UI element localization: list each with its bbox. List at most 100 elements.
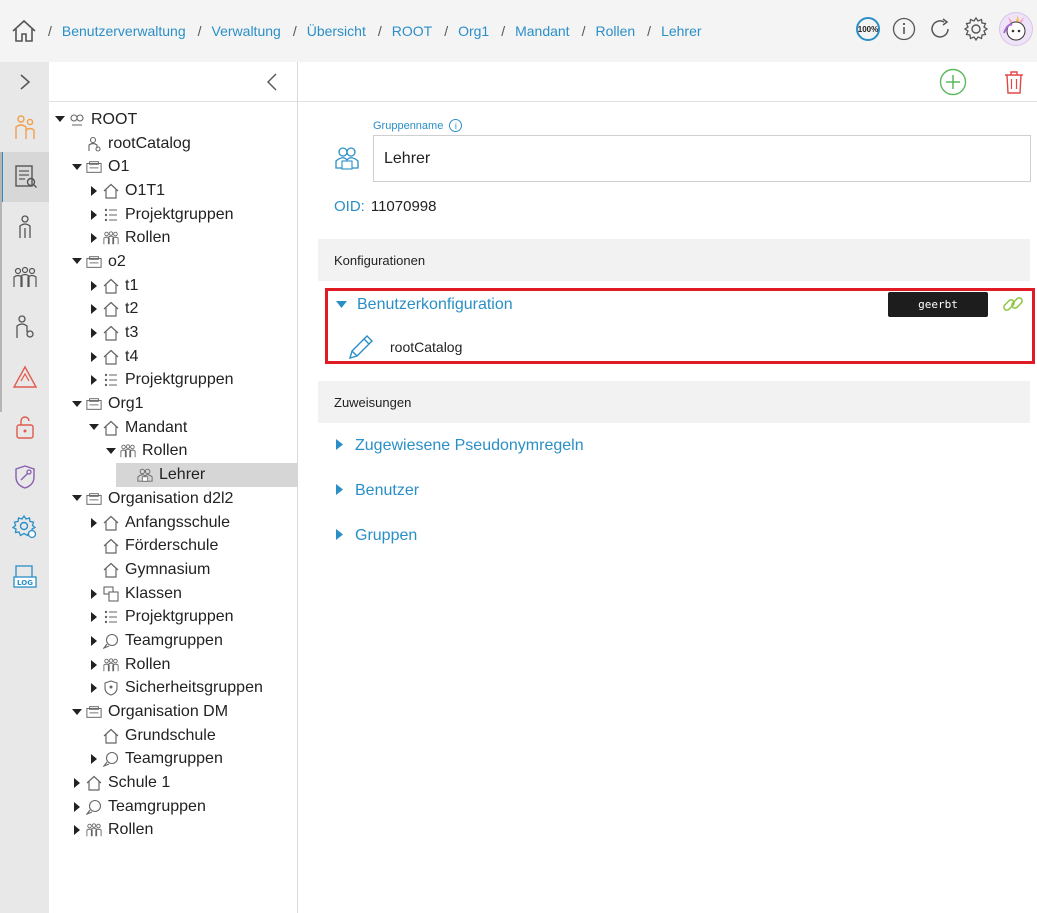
rail-user-icon[interactable]: [0, 202, 49, 252]
rail-divider: [0, 152, 2, 412]
refresh-icon[interactable]: [927, 16, 953, 42]
tree-node[interactable]: t4: [49, 345, 298, 369]
tree-node[interactable]: Organisation d2l2: [49, 487, 298, 511]
breadcrumb-link[interactable]: Rollen: [595, 23, 635, 39]
tree-node[interactable]: Projektgruppen: [49, 369, 298, 393]
rail-log-icon[interactable]: LOG: [0, 552, 49, 602]
collapsed-triangle-icon[interactable]: [72, 824, 82, 836]
expanded-triangle-icon[interactable]: [89, 422, 99, 434]
breadcrumb-link[interactable]: Lehrer: [661, 23, 701, 39]
tree-node[interactable]: Org1: [49, 392, 298, 416]
expand-rail-icon[interactable]: [0, 62, 49, 102]
tree-node[interactable]: Mandant: [49, 416, 298, 440]
tree-node[interactable]: Rollen: [49, 440, 298, 464]
collapsed-triangle-icon[interactable]: [89, 280, 99, 292]
tree-node[interactable]: Grundschule: [49, 724, 298, 748]
expanded-triangle-icon[interactable]: [72, 256, 82, 268]
collapsed-triangle-icon[interactable]: [72, 777, 82, 789]
collapsed-triangle-icon[interactable]: [89, 659, 99, 671]
zoom-indicator[interactable]: 100%: [855, 16, 881, 42]
home-icon[interactable]: [0, 0, 48, 62]
tree-node[interactable]: o2: [49, 250, 298, 274]
tree-node[interactable]: Anfangsschule: [49, 511, 298, 535]
collapsed-triangle-icon[interactable]: [89, 374, 99, 386]
tree-node[interactable]: Sicherheitsgruppen: [49, 677, 298, 701]
tree-node[interactable]: rootCatalog: [49, 132, 298, 156]
expanded-triangle-icon[interactable]: [55, 114, 65, 126]
field-info-icon[interactable]: i: [449, 119, 463, 132]
group-name-input[interactable]: [373, 135, 1031, 182]
rail-overview-icon[interactable]: [0, 152, 49, 202]
pencil-icon[interactable]: [346, 332, 376, 362]
tree-node[interactable]: Förderschule: [49, 534, 298, 558]
tree-node[interactable]: Projektgruppen: [49, 203, 298, 227]
collapsed-triangle-icon[interactable]: [89, 635, 99, 647]
tree-node[interactable]: Gymnasium: [49, 558, 298, 582]
breadcrumb-link[interactable]: Org1: [458, 23, 489, 39]
tree-node[interactable]: O1: [49, 155, 298, 179]
collapsed-triangle-icon[interactable]: [89, 517, 99, 529]
tree-node[interactable]: Projektgruppen: [49, 605, 298, 629]
expanded-triangle-icon[interactable]: [72, 706, 82, 718]
add-icon[interactable]: [939, 68, 967, 96]
collapsed-triangle-icon[interactable]: [89, 753, 99, 765]
user-configuration-toggle[interactable]: Benutzerkonfiguration: [336, 296, 513, 314]
rail-security-icon[interactable]: [0, 452, 49, 502]
rail-user-key-icon[interactable]: [0, 302, 49, 352]
expanded-triangle-icon[interactable]: [72, 398, 82, 410]
rail-warning-icon[interactable]: [0, 352, 49, 402]
collapsed-triangle-icon[interactable]: [89, 185, 99, 197]
collapsed-triangle-icon[interactable]: [89, 682, 99, 694]
rail-unlock-icon[interactable]: [0, 402, 49, 452]
info-icon[interactable]: [891, 16, 917, 42]
rail-groups-icon[interactable]: [0, 252, 49, 302]
assignment-users[interactable]: Benutzer: [336, 482, 419, 500]
tree-node[interactable]: t1: [49, 274, 298, 298]
collapsed-triangle-icon[interactable]: [89, 303, 99, 315]
breadcrumb-link[interactable]: ROOT: [392, 23, 432, 39]
classes-icon: [103, 586, 119, 602]
tree-node[interactable]: Schule 1: [49, 771, 298, 795]
tree-node[interactable]: Teamgruppen: [49, 748, 298, 772]
rail-settings-icon[interactable]: [0, 502, 49, 552]
collapsed-triangle-icon[interactable]: [89, 588, 99, 600]
link-icon[interactable]: [1001, 292, 1025, 316]
avatar[interactable]: [999, 12, 1033, 46]
expanded-triangle-icon[interactable]: [106, 445, 116, 457]
rail-users-admin-icon[interactable]: [0, 102, 49, 152]
collapsed-triangle-icon[interactable]: [89, 209, 99, 221]
breadcrumb-link[interactable]: Benutzerverwaltung: [62, 23, 186, 39]
tree-node[interactable]: Rollen: [49, 819, 298, 843]
collapsed-triangle-icon[interactable]: [89, 351, 99, 363]
trash-icon[interactable]: [1000, 68, 1028, 96]
chat-icon: [103, 633, 119, 649]
collapsed-triangle-icon[interactable]: [72, 801, 82, 813]
assignment-groups[interactable]: Gruppen: [336, 527, 417, 545]
tree-node-label: rootCatalog: [108, 134, 191, 152]
chat-icon: [103, 751, 119, 768]
breadcrumb-link[interactable]: Mandant: [515, 23, 569, 39]
tree-node[interactable]: Organisation DM: [49, 700, 298, 724]
collapse-panel-icon[interactable]: [262, 70, 282, 94]
collapsed-triangle-icon[interactable]: [89, 232, 99, 244]
tree-node[interactable]: Rollen: [49, 226, 298, 250]
breadcrumb-link[interactable]: Verwaltung: [212, 23, 281, 39]
tree-node[interactable]: t3: [49, 321, 298, 345]
tree-node[interactable]: Rollen: [49, 653, 298, 677]
tree-node[interactable]: ROOT: [49, 108, 298, 132]
tree-node[interactable]: O1T1: [49, 179, 298, 203]
assignment-pseudonym-rules[interactable]: Zugewiesene Pseudonymregeln: [336, 437, 584, 455]
collapsed-triangle-icon[interactable]: [89, 327, 99, 339]
breadcrumb-link[interactable]: Übersicht: [307, 23, 366, 39]
assignments-header: Zuweisungen: [318, 381, 1030, 423]
tree-node[interactable]: t2: [49, 298, 298, 322]
breadcrumb-separator: /: [48, 23, 52, 39]
expanded-triangle-icon[interactable]: [72, 161, 82, 173]
tree-node[interactable]: Lehrer: [116, 463, 298, 487]
gear-icon[interactable]: [963, 16, 989, 42]
expanded-triangle-icon[interactable]: [72, 493, 82, 505]
tree-node[interactable]: Teamgruppen: [49, 795, 298, 819]
tree-node[interactable]: Teamgruppen: [49, 629, 298, 653]
collapsed-triangle-icon[interactable]: [89, 611, 99, 623]
tree-node[interactable]: Klassen: [49, 582, 298, 606]
